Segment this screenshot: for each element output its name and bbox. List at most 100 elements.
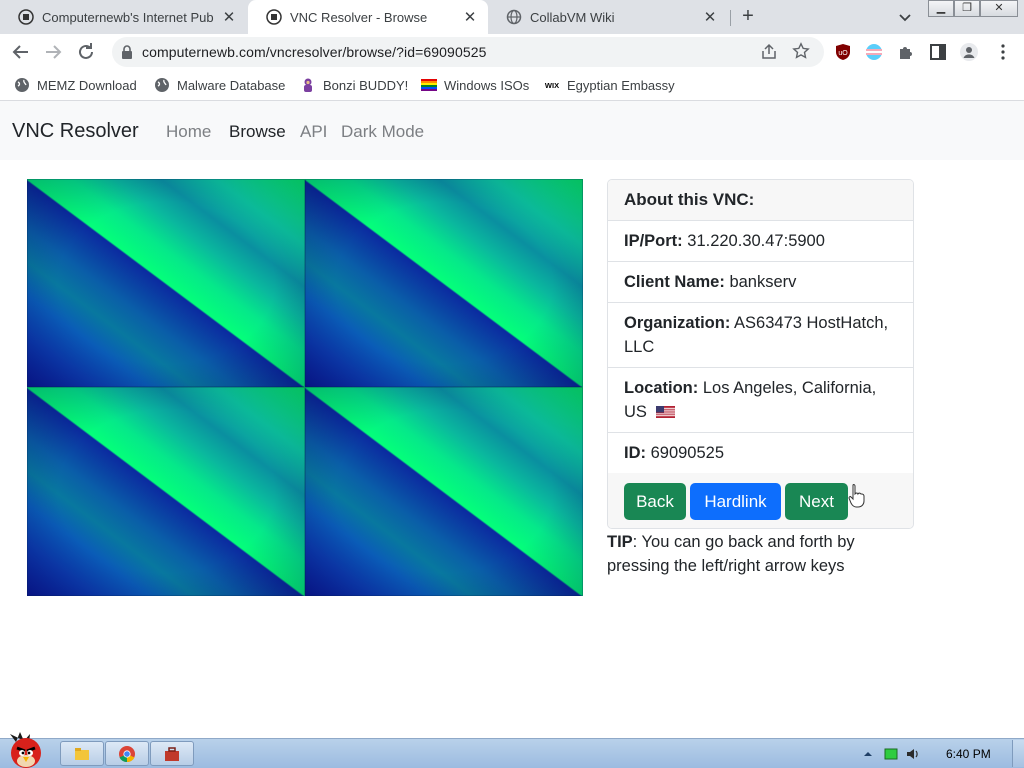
new-tab-button[interactable]: +: [737, 5, 759, 27]
bonzi-icon: [304, 78, 312, 92]
card-footer: Back Hardlink Next: [608, 473, 913, 528]
toolbox-icon: [165, 747, 179, 761]
info-label: ID:: [624, 444, 646, 462]
chevron-down-icon[interactable]: [896, 8, 914, 26]
bookmark-label: Malware Database: [177, 77, 286, 93]
tab-title: Computernewb's Internet Pub: [42, 9, 214, 25]
vnc-pattern-tile: [305, 387, 583, 596]
globe-icon: [15, 78, 29, 92]
taskbar-explorer[interactable]: [60, 741, 104, 766]
close-tab-icon[interactable]: ✕: [462, 8, 478, 26]
close-tab-icon[interactable]: ✕: [221, 8, 237, 26]
info-label: Client Name:: [624, 273, 725, 291]
info-id: ID: 69090525: [608, 433, 913, 474]
side-panel-icon[interactable]: [929, 43, 947, 61]
forward-arrow-icon[interactable]: [41, 40, 65, 64]
show-desktop-button[interactable]: [1012, 740, 1024, 767]
tab-vnc-resolver[interactable]: VNC Resolver - Browse ✕: [248, 0, 488, 34]
bookmark-label: Windows ISOs: [444, 77, 530, 93]
vnc-pattern-tile: [27, 387, 305, 596]
taskbar: 6:40 PM: [0, 738, 1024, 768]
trans-flag-extension-icon[interactable]: [865, 43, 883, 61]
chrome-icon: [119, 746, 135, 763]
tab-separator: [730, 10, 731, 26]
folder-icon: [75, 748, 89, 760]
kebab-menu-icon[interactable]: [994, 43, 1012, 61]
minimize-button[interactable]: ▁: [928, 0, 954, 17]
info-location: Location: Los Angeles, California, US: [608, 368, 913, 433]
battery-icon[interactable]: [884, 747, 898, 761]
info-ip-port: IP/Port: 31.220.30.47:5900: [608, 221, 913, 262]
tip-body: : You can go back and forth by pressing …: [607, 533, 855, 575]
taskbar-chrome[interactable]: [105, 741, 149, 766]
globe-icon: [155, 78, 169, 92]
tip-label: TIP: [607, 533, 633, 551]
taskbar-clock[interactable]: 6:40 PM: [946, 747, 991, 761]
nav-link-api[interactable]: API: [300, 122, 327, 142]
nav-link-dark-mode[interactable]: Dark Mode: [341, 122, 424, 142]
info-label: IP/Port:: [624, 232, 683, 250]
svg-text:uO: uO: [838, 50, 848, 57]
windows-flag-icon: [421, 79, 437, 91]
tab-collabvm-wiki[interactable]: CollabVM Wiki ✕: [488, 0, 728, 34]
bookmarks-bar: MEMZ Download Malware Database Bonzi BUD…: [0, 70, 1024, 101]
tab-title: VNC Resolver - Browse: [290, 9, 428, 25]
next-button[interactable]: Next: [785, 483, 848, 520]
hand-cursor-icon: [848, 484, 865, 508]
info-organization: Organization: AS63473 HostHatch, LLC: [608, 303, 913, 368]
browser-toolbar: computernewb.com/vncresolver/browse/?id=…: [0, 34, 1024, 70]
info-label: Organization:: [624, 314, 731, 332]
nav-link-home[interactable]: Home: [166, 122, 211, 142]
taskbar-app[interactable]: [150, 741, 194, 766]
card-header: About this VNC:: [608, 180, 913, 221]
bookmark-label: MEMZ Download: [37, 77, 137, 93]
close-tab-icon[interactable]: ✕: [702, 8, 718, 26]
profile-avatar-icon[interactable]: [960, 43, 978, 61]
bookmark-star-icon[interactable]: [792, 42, 810, 60]
bookmark-egyptian-embassy[interactable]: WIX Egyptian Embassy: [544, 76, 675, 94]
svg-text:WIX: WIX: [545, 81, 559, 90]
site-navbar: VNC Resolver Home Browse API Dark Mode: [0, 101, 1024, 160]
vnc-pattern-tile: [27, 179, 305, 387]
vnc-info-card: About this VNC: IP/Port: 31.220.30.47:59…: [607, 179, 914, 529]
volume-icon[interactable]: [906, 747, 920, 761]
bookmark-label: Egyptian Embassy: [567, 77, 675, 93]
bookmark-malware-database[interactable]: Malware Database: [154, 76, 285, 94]
close-window-button[interactable]: ✕: [980, 0, 1018, 17]
url-text[interactable]: computernewb.com/vncresolver/browse/?id=…: [142, 44, 487, 60]
info-client-name: Client Name: bankserv: [608, 262, 913, 303]
reload-icon[interactable]: [74, 40, 98, 64]
vnc-pattern-tile: [305, 179, 583, 387]
bookmark-bonzi-buddy[interactable]: Bonzi BUDDY!: [300, 76, 408, 94]
ublock-icon[interactable]: uO: [834, 43, 852, 61]
tab-strip: Computernewb's Internet Pub ✕ VNC Resolv…: [0, 0, 1024, 34]
computernewb-icon: [18, 9, 34, 25]
bookmark-memz-download[interactable]: MEMZ Download: [14, 76, 137, 94]
tab-internet-pub[interactable]: Computernewb's Internet Pub ✕: [0, 0, 247, 34]
us-flag-icon: [655, 406, 675, 418]
info-value: 69090525: [650, 444, 725, 462]
start-button-bird-icon[interactable]: [2, 728, 50, 768]
info-value: 31.220.30.47:5900: [687, 232, 825, 250]
computernewb-icon: [266, 9, 282, 25]
back-button[interactable]: Back: [624, 483, 686, 520]
puzzle-extensions-icon[interactable]: [897, 43, 915, 61]
bookmark-label: Bonzi BUDDY!: [323, 77, 409, 93]
nav-link-browse[interactable]: Browse: [229, 122, 286, 142]
tip-text: TIP: You can go back and forth by pressi…: [607, 530, 907, 578]
lock-icon[interactable]: [121, 45, 133, 59]
bookmark-windows-isos[interactable]: Windows ISOs: [421, 76, 529, 94]
hardlink-button[interactable]: Hardlink: [690, 483, 781, 520]
wix-icon: WIX: [545, 81, 559, 90]
info-label: Location:: [624, 379, 699, 397]
tab-title: CollabVM Wiki: [530, 9, 615, 25]
globe-icon: [506, 9, 522, 25]
info-value: bankserv: [729, 273, 797, 291]
vnc-screenshot: [27, 179, 583, 596]
tray-arrow-icon[interactable]: [861, 747, 875, 761]
share-icon[interactable]: [760, 43, 778, 61]
site-brand[interactable]: VNC Resolver: [12, 120, 139, 143]
back-arrow-icon[interactable]: [9, 40, 33, 64]
address-bar[interactable]: computernewb.com/vncresolver/browse/?id=…: [112, 37, 824, 67]
restore-button[interactable]: ❐: [954, 0, 980, 17]
